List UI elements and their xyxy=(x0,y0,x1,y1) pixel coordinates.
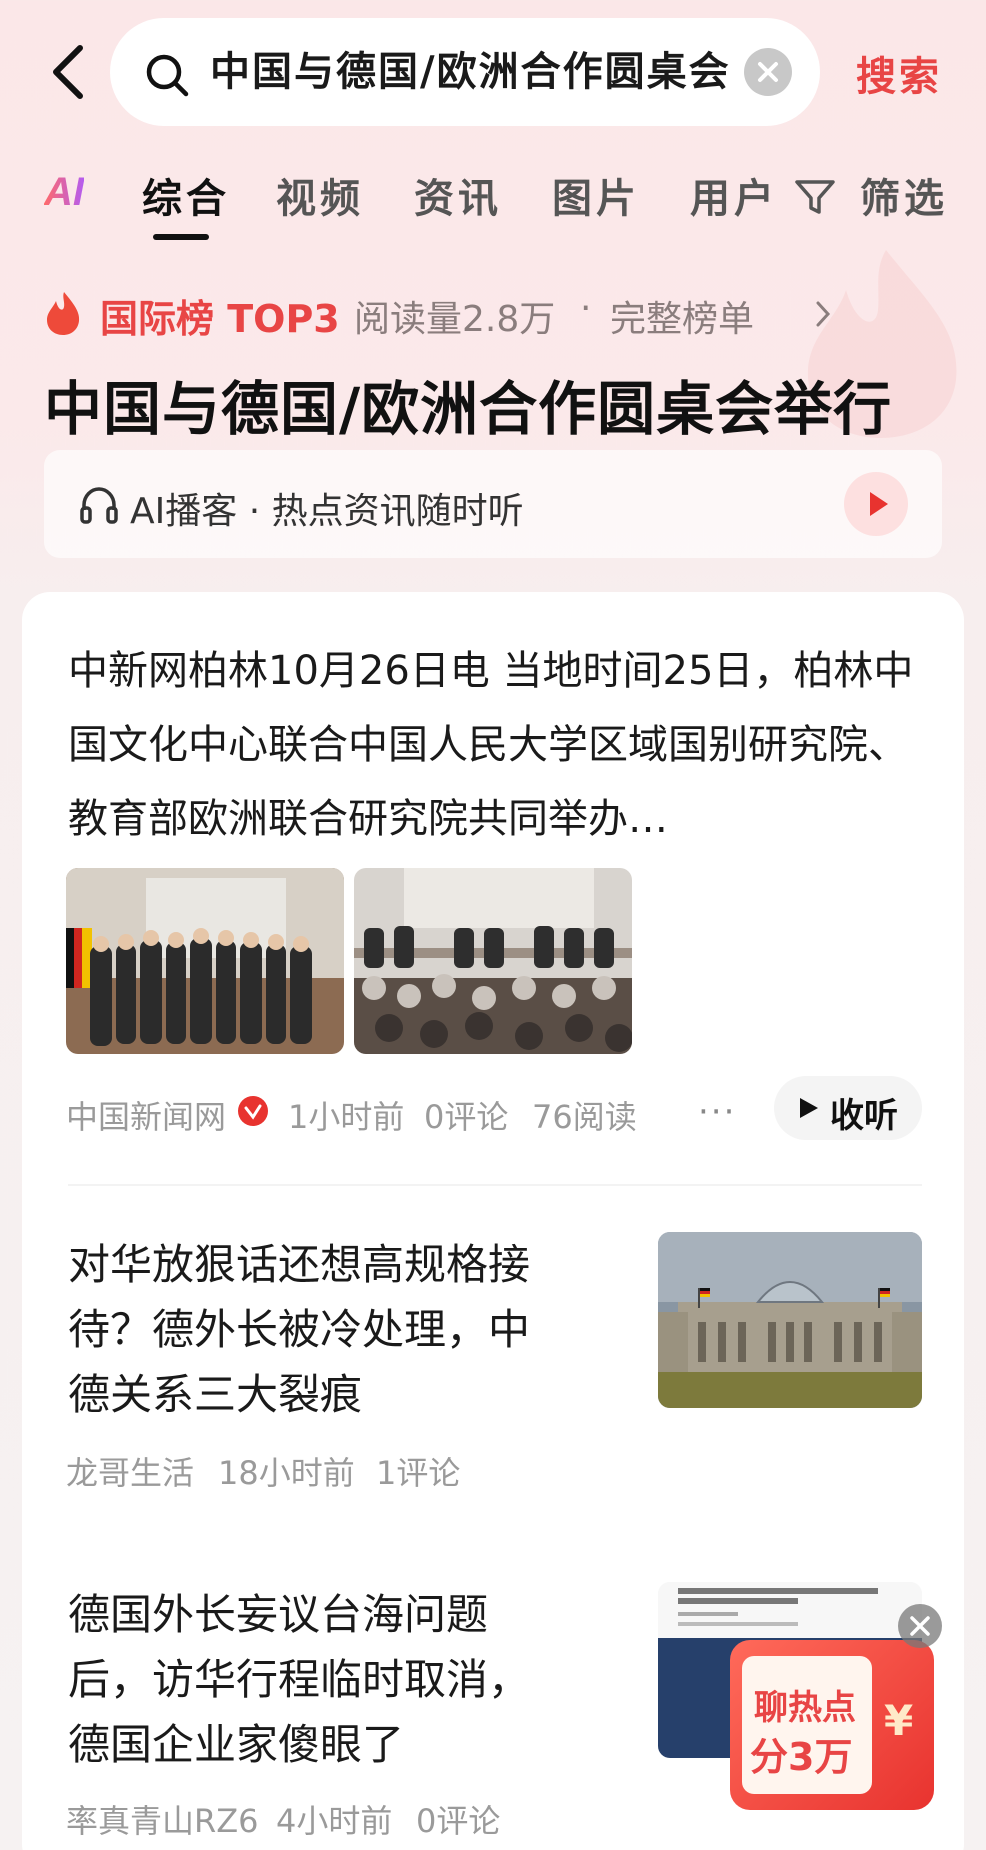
category-tabs: AI 综合 视频 资讯 图片 用户 筛选 xyxy=(0,160,986,240)
search-input[interactable]: 中国与德国/欧洲合作圆桌会 xyxy=(210,44,830,100)
article-source[interactable]: 率真青山RZ6 xyxy=(66,1796,259,1842)
article-reads: 76阅读 xyxy=(532,1098,637,1136)
active-tab-indicator xyxy=(153,234,209,240)
back-arrow-icon[interactable] xyxy=(44,42,92,102)
tab-ai[interactable]: AI xyxy=(44,170,84,215)
play-icon xyxy=(798,1096,820,1120)
filter-icon[interactable] xyxy=(793,174,837,218)
verified-badge-icon xyxy=(238,1096,268,1126)
tab-video[interactable]: 视频 xyxy=(276,166,364,224)
listen-button[interactable]: 收听 xyxy=(774,1076,922,1140)
article-time: 1小时前 xyxy=(288,1098,405,1136)
chevron-right-icon xyxy=(814,300,832,328)
article-time: 18小时前 xyxy=(218,1454,355,1492)
tab-images[interactable]: 图片 xyxy=(552,166,640,224)
more-options-icon[interactable]: ··· xyxy=(698,1092,736,1132)
hot-topic-title[interactable]: 中国与德国/欧洲合作圆桌会举行 xyxy=(44,362,892,446)
article-comments: 0评论 xyxy=(424,1098,509,1136)
search-header: 中国与德国/欧洲合作圆桌会 搜索 xyxy=(0,0,986,145)
close-promo-icon[interactable] xyxy=(898,1604,942,1648)
tab-news[interactable]: 资讯 xyxy=(414,166,502,224)
promo-line1: 聊热点 xyxy=(754,1688,856,1728)
rank-label: 国际榜 TOP3 xyxy=(100,297,340,341)
article-thumbnail[interactable] xyxy=(658,1232,922,1408)
search-icon xyxy=(144,52,190,98)
full-list-link[interactable]: 完整榜单 xyxy=(610,290,754,342)
hot-topic-promo[interactable]: ¥ 聊热点 分3万 xyxy=(730,1640,940,1810)
filter-button[interactable]: 筛选 xyxy=(860,166,948,224)
search-button[interactable]: 搜索 xyxy=(856,44,942,102)
hot-rank-row[interactable]: 国际榜 TOP3 阅读量2.8万 · 完整榜单 xyxy=(44,288,944,341)
play-icon[interactable] xyxy=(844,472,908,536)
separator-dot: · xyxy=(580,288,592,329)
read-count: 阅读量2.8万 xyxy=(354,299,556,340)
clear-search-icon[interactable] xyxy=(744,48,792,96)
tab-users[interactable]: 用户 xyxy=(690,166,778,224)
article-image[interactable] xyxy=(66,868,344,1054)
divider xyxy=(68,1184,922,1186)
ai-podcast-bar[interactable]: AI播客 · 热点资讯随时听 xyxy=(44,450,942,558)
article-title[interactable]: 对华放狠话还想高规格接待？德外长被冷处理，中德关系三大裂痕 xyxy=(68,1232,558,1427)
article-comments: 1评论 xyxy=(376,1454,461,1492)
article-title[interactable]: 德国外长妄议台海问题后，访华行程临时取消，德国企业家傻眼了 xyxy=(68,1582,558,1777)
yen-icon: ¥ xyxy=(884,1696,914,1745)
podcast-label: AI播客 · 热点资讯随时听 xyxy=(130,491,524,532)
promo-line2: 分3万 xyxy=(750,1735,853,1779)
listen-label: 收听 xyxy=(830,1096,898,1136)
article-source[interactable]: 中国新闻网 xyxy=(66,1092,226,1138)
article-time: 4小时前 xyxy=(276,1802,393,1840)
fire-icon xyxy=(44,290,82,336)
search-bar[interactable]: 中国与德国/欧洲合作圆桌会 xyxy=(110,18,820,126)
article-text[interactable]: 中新网柏林10月26日电 当地时间25日，柏林中国文化中心联合中国人民大学区域国… xyxy=(68,634,928,856)
headphones-icon xyxy=(78,484,120,526)
tab-comprehensive[interactable]: 综合 xyxy=(142,166,230,224)
article-image[interactable] xyxy=(354,868,632,1054)
article-source[interactable]: 龙哥生活 xyxy=(66,1448,194,1494)
article-comments: 0评论 xyxy=(416,1802,501,1840)
